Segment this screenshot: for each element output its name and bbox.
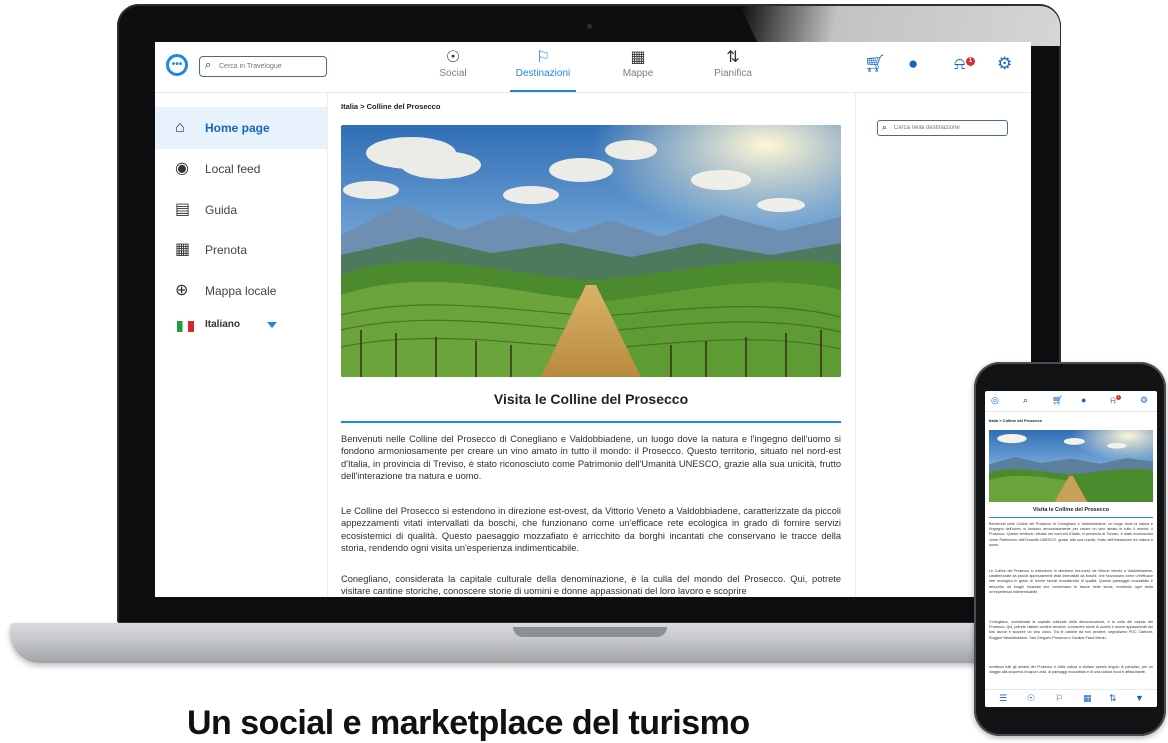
sidebar-item-label: Guida [205, 203, 238, 217]
top-navbar: ••• ⌕ ☉ Social ⚐ Destinazioni ▦ Mappe ⇅ … [155, 42, 1031, 93]
paragraph-colline: Le Colline del Prosecco si estendono in … [341, 506, 841, 553]
tab-mappe[interactable]: ▦ Mappe [617, 48, 659, 90]
settings-icon[interactable]: ⚙ [1140, 395, 1148, 406]
flag-icon[interactable]: ⚐ [1055, 693, 1063, 704]
page-title: Visita le Colline del Prosecco [1032, 507, 1110, 513]
pin-icon[interactable]: ☉ [1027, 693, 1035, 704]
tab-destinazioni[interactable]: ⚐ Destinazioni [510, 48, 576, 92]
tab-pianifica-label: Pianifica [714, 68, 752, 79]
sidebar-item-label: Prenota [205, 243, 248, 257]
map-icon: ▦ [630, 49, 646, 66]
paragraph-colline: Le Colline del Prosecco si estendono in … [989, 569, 1153, 594]
route-icon[interactable]: ⇅ [1109, 693, 1117, 704]
paragraph-conegliano: Conegliano, considerata la capitale cult… [989, 620, 1153, 640]
destination-search[interactable]: ⌕ [877, 120, 1008, 136]
sidebar-item-guida[interactable]: ▤ Guida [155, 189, 327, 231]
webcam [587, 24, 592, 29]
sidebar-item-label: Local feed [205, 162, 261, 176]
paragraph-invito: Invitiamo tutti gli amanti del Prosecco … [989, 665, 1153, 675]
app-logo-icon[interactable]: ◎ [991, 395, 999, 406]
route-icon: ⇅ [726, 49, 740, 66]
title-divider [341, 421, 841, 423]
app-logo-icon[interactable]: ••• [166, 54, 188, 76]
compass-icon: ⊕ [175, 282, 189, 299]
location-icon: ◉ [175, 160, 189, 177]
cart-icon[interactable]: 🛒︎ [1052, 395, 1063, 406]
sidebar-item-mappa-locale[interactable]: ⊕ Mappa locale [155, 270, 327, 312]
search-input[interactable] [219, 59, 319, 73]
tab-destinazioni-label: Destinazioni [515, 68, 571, 79]
right-column-divider [855, 93, 856, 597]
phone-screen: ◎ ⌕ 🛒︎ ● ⍾ 1 ⚙ Italia > Colline del Pros… [985, 391, 1157, 707]
flag-icon: ⚐ [535, 49, 551, 66]
sidebar: ⌂ Home page ◉ Local feed ▤ Guida ▦ Preno… [155, 93, 328, 597]
paragraph-conegliano: Conegliano, considerata la capitale cult… [341, 574, 841, 597]
laptop-notch [513, 627, 667, 637]
tab-mappe-label: Mappe [622, 68, 654, 79]
book-icon: ▤ [175, 201, 191, 218]
marketing-caption: Un social e marketplace del turismo [187, 704, 750, 742]
chat-icon[interactable]: ● [908, 54, 918, 74]
filter-icon[interactable]: ▼ [1135, 693, 1144, 704]
phone-bottom-nav: ☰ ☉ ⚐ ▦ ⇅ ▼ [985, 689, 1157, 707]
sidebar-item-home[interactable]: ⌂ Home page [155, 107, 327, 149]
chat-icon[interactable]: ● [1081, 395, 1086, 406]
home-icon: ⌂ [175, 119, 185, 136]
bell-icon[interactable]: ⍾ [954, 54, 965, 74]
calendar-icon: ▦ [175, 241, 191, 258]
settings-icon[interactable]: ⚙ [997, 54, 1012, 74]
breadcrumb[interactable]: Italia > Colline del Prosecco [989, 418, 1042, 423]
cart-icon[interactable]: 🛒︎ [864, 54, 886, 74]
phone-topbar: ◎ ⌕ 🛒︎ ● ⍾ 1 ⚙ [985, 391, 1157, 412]
pin-icon: ☉ [445, 49, 461, 66]
sidebar-item-local-feed[interactable]: ◉ Local feed [155, 148, 327, 190]
notification-badge: 1 [966, 57, 975, 66]
screen-glare [740, 6, 1060, 46]
title-divider [989, 517, 1153, 518]
tab-social[interactable]: ☉ Social [431, 48, 475, 90]
laptop-base [10, 623, 1010, 663]
global-search[interactable]: ⌕ [199, 56, 327, 77]
search-icon: ⌕ [882, 122, 888, 132]
sidebar-item-label: Home page [205, 121, 270, 135]
map-icon[interactable]: ▦ [1083, 693, 1092, 704]
search-icon[interactable]: ⌕ [1023, 395, 1028, 406]
notification-badge: 1 [1116, 395, 1121, 400]
sidebar-item-label: Mappa locale [205, 284, 277, 298]
search-icon: ⌕ [205, 59, 212, 71]
paragraph-intro: Benvenuti nelle Colline del Prosecco di … [989, 522, 1153, 547]
sidebar-item-prenota[interactable]: ▦ Prenota [155, 229, 327, 271]
page-title: Visita le Colline del Prosecco [493, 391, 689, 407]
laptop-screen: ••• ⌕ ☉ Social ⚐ Destinazioni ▦ Mappe ⇅ … [155, 42, 1031, 597]
tab-social-label: Social [439, 68, 467, 79]
paragraph-intro: Benvenuti nelle Colline del Prosecco di … [341, 434, 841, 481]
italy-flag-icon [177, 321, 194, 332]
menu-icon[interactable]: ☰ [999, 693, 1007, 704]
language-selector[interactable]: Italiano [205, 319, 240, 330]
breadcrumb[interactable]: Italia > Colline del Prosecco [341, 102, 440, 111]
tab-pianifica[interactable]: ⇅ Pianifica [709, 48, 757, 90]
hero-image [341, 125, 841, 377]
hero-image [989, 430, 1153, 502]
destination-search-input[interactable] [894, 123, 1004, 133]
chevron-down-icon[interactable] [267, 322, 277, 328]
